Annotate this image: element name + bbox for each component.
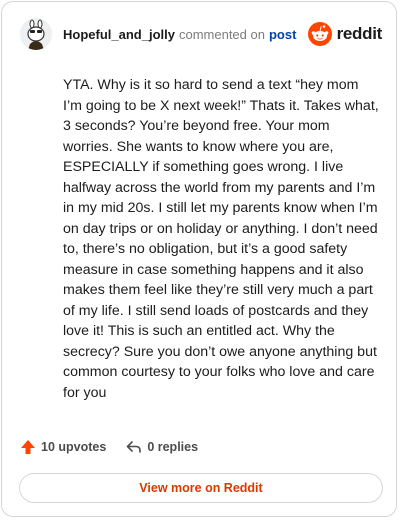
comment-actions: 10 upvotes 0 replies: [20, 439, 198, 455]
post-link[interactable]: post: [269, 27, 296, 42]
upvote-arrow-icon: [21, 440, 35, 454]
reddit-logo-icon: [307, 22, 332, 46]
brand-wordmark: reddit: [336, 24, 383, 43]
upvote-count: 10 upvotes: [41, 440, 107, 454]
username-link[interactable]: Hopeful_and_jolly: [63, 27, 175, 42]
reply-arrow-icon: [127, 441, 142, 453]
comment-byline: Hopeful_and_jolly commented on post: [63, 27, 296, 42]
comment-text: YTA. Why is it so hard to send a text “h…: [63, 77, 379, 401]
comment-header: Hopeful_and_jolly commented on post reddit: [20, 16, 382, 52]
upvote-button[interactable]: 10 upvotes: [20, 439, 106, 455]
reply-button[interactable]: 0 replies: [126, 439, 198, 455]
reply-count: 0 replies: [147, 440, 199, 454]
comment-embed-card: Hopeful_and_jolly commented on post reddit…: [1, 1, 397, 517]
snoo-avatar-icon: [20, 18, 52, 50]
reddit-brand[interactable]: reddit: [307, 22, 383, 46]
action-text: commented on: [178, 26, 265, 42]
view-more-button[interactable]: View more on Reddit: [19, 473, 383, 503]
user-avatar[interactable]: [20, 18, 52, 50]
